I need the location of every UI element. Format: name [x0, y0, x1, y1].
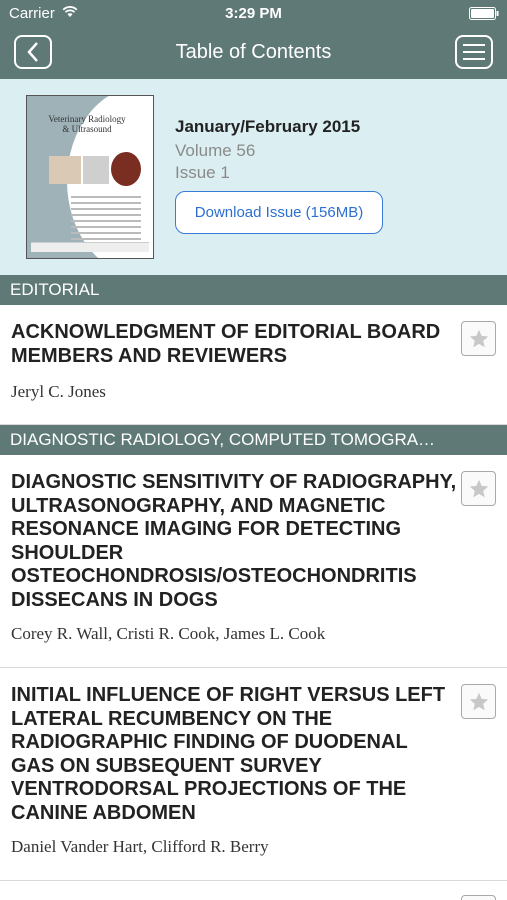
favorite-button[interactable]: [461, 684, 496, 719]
page-title: Table of Contents: [175, 41, 332, 63]
battery-icon: [469, 7, 499, 20]
favorite-button[interactable]: [461, 895, 496, 900]
article-authors: Jeryl C. Jones: [11, 382, 106, 401]
issue-info: January/February 2015 Volume 56 Issue 1: [175, 117, 360, 183]
favorite-button[interactable]: [461, 321, 496, 356]
section-header-editorial: EDITORIAL: [0, 275, 507, 305]
favorite-button[interactable]: [461, 471, 496, 506]
download-issue-button[interactable]: Download Issue (156MB): [175, 191, 383, 234]
article-item[interactable]: INITIAL INFLUENCE OF RIGHT VERSUS LEFT L…: [0, 668, 507, 881]
star-icon: [469, 479, 488, 497]
hamburger-menu-icon: [463, 44, 485, 46]
issue-volume: Volume 56: [175, 141, 256, 160]
issue-number: Issue 1: [175, 163, 230, 182]
article-authors: Daniel Vander Hart, Clifford R. Berry: [11, 837, 269, 856]
article-title[interactable]: ACKNOWLEDGMENT OF EDITORIAL BOARD MEMBER…: [11, 321, 451, 368]
menu-button[interactable]: [455, 35, 493, 69]
article-title[interactable]: DIAGNOSTIC SENSITIVITY OF RADIOGRAPHY, U…: [11, 471, 491, 612]
article-title[interactable]: INITIAL INFLUENCE OF RIGHT VERSUS LEFT L…: [11, 684, 451, 825]
article-item[interactable]: DIAGNOSTIC SENSITIVITY OF RADIOGRAPHY, U…: [0, 455, 507, 668]
article-item-partial[interactable]: [0, 881, 507, 900]
journal-cover-image[interactable]: Veterinary Radiology & Ultrasound: [26, 95, 154, 259]
cover-title: Veterinary Radiology & Ultrasound: [48, 114, 126, 134]
clock-time: 3:29 PM: [225, 5, 282, 22]
status-bar: Carrier 3:29 PM: [0, 0, 507, 28]
navigation-bar: Table of Contents: [0, 28, 507, 79]
article-item[interactable]: ACKNOWLEDGMENT OF EDITORIAL BOARD MEMBER…: [0, 305, 507, 425]
issue-panel: Veterinary Radiology & Ultrasound Januar…: [0, 79, 507, 275]
issue-date: January/February 2015: [175, 117, 361, 136]
section-header-diagnostic-radiology: DIAGNOSTIC RADIOLOGY, COMPUTED TOMOGRA…: [0, 425, 507, 455]
article-authors: Corey R. Wall, Cristi R. Cook, James L. …: [11, 624, 326, 643]
star-icon: [469, 329, 488, 347]
star-icon: [469, 692, 488, 710]
